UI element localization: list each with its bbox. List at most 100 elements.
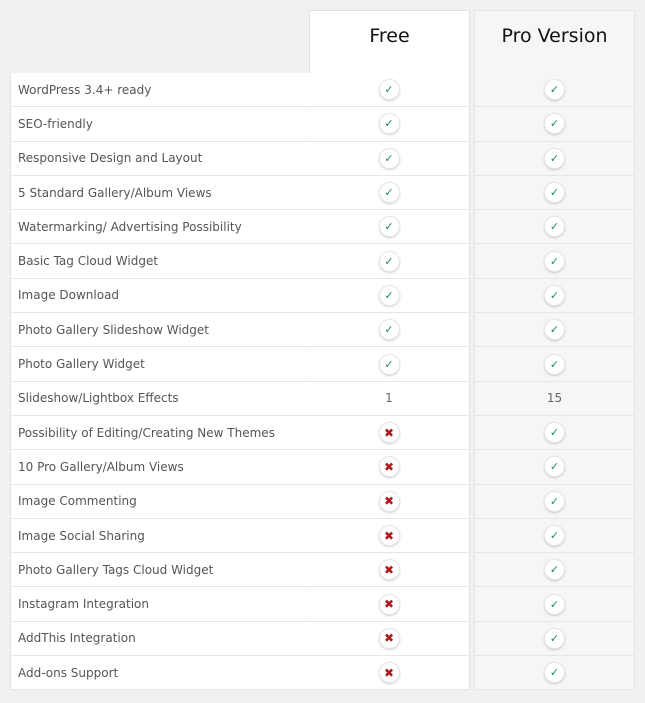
check-icon: ✓ <box>544 627 565 649</box>
comparison-table: WordPress 3.4+ ready ✓ ✓ SEO-friendly ✓ ✓ Resp… <box>10 71 635 691</box>
check-icon: ✓ <box>544 250 565 272</box>
pro-cell: ✓ <box>474 553 635 588</box>
check-icon: ✓ <box>544 559 565 581</box>
free-cell: ✓ <box>309 313 470 348</box>
feature-label: SEO-friendly <box>10 106 318 142</box>
pro-cell: ✓ <box>474 656 635 691</box>
table-row: SEO-friendly ✓ ✓ <box>10 106 635 142</box>
table-row: Image Social Sharing ✖ ✓ <box>10 517 635 554</box>
feature-label: Basic Tag Cloud Widget <box>10 243 318 279</box>
table-row: Image Download ✓ ✓ <box>10 277 635 314</box>
table-row: Basic Tag Cloud Widget ✓ ✓ <box>10 243 635 279</box>
table-row: Responsive Design and Layout ✓ ✓ <box>10 140 635 176</box>
cross-icon: ✖ <box>378 662 400 684</box>
feature-label: Image Download <box>10 277 318 314</box>
check-icon: ✓ <box>544 422 565 444</box>
table-row: Photo Gallery Widget ✓ ✓ <box>10 346 635 382</box>
check-icon: ✓ <box>544 525 565 546</box>
cross-icon: ✖ <box>378 456 400 478</box>
table-row: Photo Gallery Tags Cloud Widget ✖ ✓ <box>10 552 635 588</box>
table-row: Add-ons Support ✖ ✓ <box>10 655 635 691</box>
free-cell: ✓ <box>309 107 470 142</box>
free-cell: ✖ <box>309 415 470 451</box>
pro-cell: ✓ <box>474 141 635 176</box>
check-icon: ✓ <box>378 284 400 306</box>
cross-icon: ✖ <box>378 593 400 615</box>
check-icon: ✓ <box>544 456 565 478</box>
check-icon: ✓ <box>544 319 565 341</box>
free-cell: ✓ <box>309 141 470 176</box>
pro-cell: ✓ <box>474 175 635 211</box>
check-icon: ✓ <box>544 662 565 684</box>
check-icon: ✓ <box>544 593 565 615</box>
column-header-free: Free <box>309 10 470 73</box>
free-cell: ✖ <box>309 450 470 485</box>
feature-label: Image Social Sharing <box>10 517 318 554</box>
free-cell: ✖ <box>309 518 470 554</box>
free-cell: ✖ <box>309 656 470 691</box>
feature-label: Photo Gallery Tags Cloud Widget <box>10 552 318 588</box>
table-row: Watermarking/ Advertising Possibility ✓ ✓ <box>10 209 635 245</box>
cross-icon: ✖ <box>378 559 400 581</box>
check-icon: ✓ <box>378 182 400 204</box>
free-cell: ✓ <box>309 210 470 245</box>
table-row: 5 Standard Gallery/Album Views ✓ ✓ <box>10 174 635 211</box>
free-cell: 1 <box>309 381 470 416</box>
cross-icon: ✖ <box>378 525 400 546</box>
check-icon: ✓ <box>544 216 565 238</box>
free-cell: ✓ <box>309 73 470 108</box>
check-icon: ✓ <box>544 490 565 512</box>
table-row: Slideshow/Lightbox Effects 1 15 <box>10 380 635 416</box>
pro-cell: ✓ <box>474 313 635 348</box>
feature-label: Slideshow/Lightbox Effects <box>10 380 318 416</box>
cross-icon: ✖ <box>378 490 400 512</box>
feature-label: Responsive Design and Layout <box>10 140 318 176</box>
free-cell: ✖ <box>309 553 470 588</box>
feature-label: AddThis Integration <box>10 620 318 657</box>
feature-label: Possibility of Editing/Creating New Them… <box>10 414 318 451</box>
cross-icon: ✖ <box>378 422 400 444</box>
feature-label: Watermarking/ Advertising Possibility <box>10 209 318 245</box>
check-icon: ✓ <box>378 250 400 272</box>
check-icon: ✓ <box>544 353 565 375</box>
feature-label: Photo Gallery Slideshow Widget <box>10 312 318 348</box>
check-icon: ✓ <box>378 79 400 101</box>
free-cell: ✖ <box>309 621 470 657</box>
pro-cell: ✓ <box>474 587 635 622</box>
feature-label: Add-ons Support <box>10 655 318 691</box>
table-row: 10 Pro Gallery/Album Views ✖ ✓ <box>10 449 635 485</box>
free-value: 1 <box>385 391 393 406</box>
check-icon: ✓ <box>378 216 400 238</box>
free-cell: ✓ <box>309 175 470 211</box>
table-row: Instagram Integration ✖ ✓ <box>10 586 635 622</box>
feature-label: 10 Pro Gallery/Album Views <box>10 449 318 485</box>
table-row: WordPress 3.4+ ready ✓ ✓ <box>10 71 635 108</box>
pro-cell: ✓ <box>474 244 635 279</box>
free-cell: ✓ <box>309 244 470 279</box>
pro-cell: ✓ <box>474 621 635 657</box>
feature-label: Image Commenting <box>10 483 318 519</box>
pro-cell: 15 <box>474 381 635 416</box>
free-cell: ✓ <box>309 278 470 314</box>
feature-label: 5 Standard Gallery/Album Views <box>10 174 318 211</box>
check-icon: ✓ <box>544 147 565 169</box>
feature-label: WordPress 3.4+ ready <box>10 71 318 108</box>
pro-cell: ✓ <box>474 347 635 382</box>
pro-value: 15 <box>546 391 563 406</box>
pro-cell: ✓ <box>474 107 635 142</box>
check-icon: ✓ <box>544 182 565 204</box>
column-header-pro: Pro Version <box>474 10 635 73</box>
table-row: AddThis Integration ✖ ✓ <box>10 620 635 657</box>
check-icon: ✓ <box>544 79 565 101</box>
table-row: Image Commenting ✖ ✓ <box>10 483 635 519</box>
check-icon: ✓ <box>544 284 565 306</box>
pro-cell: ✓ <box>474 210 635 245</box>
free-cell: ✖ <box>309 484 470 519</box>
check-icon: ✓ <box>378 147 400 169</box>
pro-cell: ✓ <box>474 484 635 519</box>
free-cell: ✓ <box>309 347 470 382</box>
check-icon: ✓ <box>378 353 400 375</box>
table-row: Photo Gallery Slideshow Widget ✓ ✓ <box>10 312 635 348</box>
pro-cell: ✓ <box>474 278 635 314</box>
check-icon: ✓ <box>378 113 400 135</box>
